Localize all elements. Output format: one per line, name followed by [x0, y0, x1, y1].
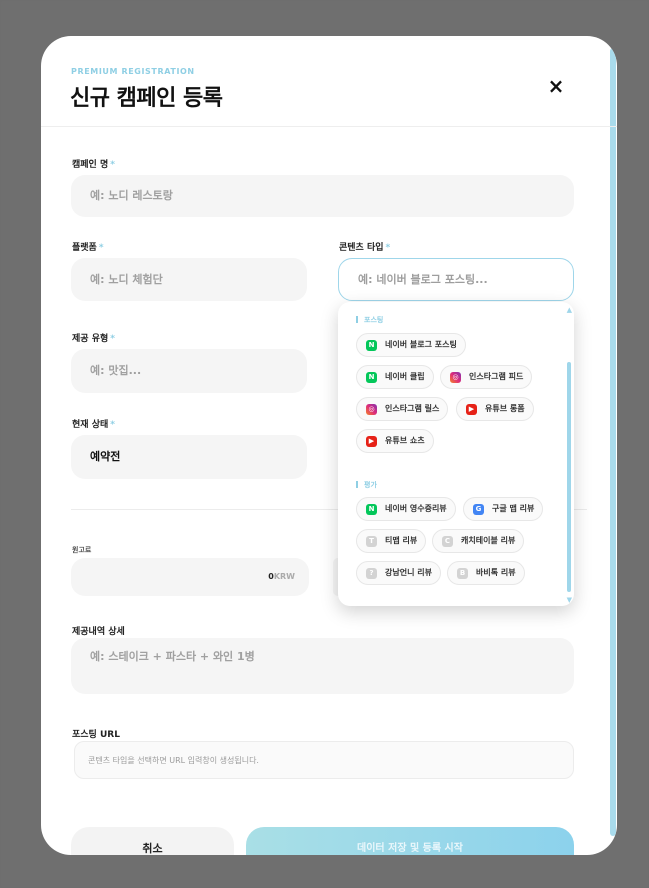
offer-detail-textarea[interactable]: 예: 스테이크 + 파스타 + 와인 1병	[71, 638, 574, 694]
content-type-input[interactable]: 예: 네이버 블로그 포스팅...	[338, 258, 574, 301]
option-label: 티맵 리뷰	[385, 536, 418, 545]
posting-url-hint: 콘텐츠 타입을 선택하면 URL 입력창이 생성됩니다.	[74, 741, 574, 779]
fee-input[interactable]: 0KRW	[71, 558, 309, 596]
offer-type-label: 제공 유형 *	[72, 331, 115, 344]
modal-eyebrow: PREMIUM REGISTRATION	[71, 67, 195, 76]
modal-header: PREMIUM REGISTRATION 신규 캠페인 등록 ×	[41, 36, 617, 127]
campaign-name-input[interactable]: 예: 노디 레스토랑	[71, 175, 574, 217]
option-label: 캐치테이블 리뷰	[461, 536, 516, 545]
option-label: 네이버 영수증리뷰	[385, 504, 447, 513]
status-label: 현재 상태 *	[72, 417, 115, 430]
option-label: 인스타그램 피드	[469, 372, 524, 381]
naver-icon: N	[366, 504, 377, 515]
close-icon[interactable]: ×	[546, 76, 566, 96]
option-tmap[interactable]: T 티맵 리뷰	[356, 529, 427, 553]
scroll-down-icon[interactable]: ▼	[567, 596, 572, 604]
campaign-register-modal: PREMIUM REGISTRATION 신규 캠페인 등록 × 캠페인 명 * …	[41, 36, 617, 855]
required-mark: *	[110, 334, 115, 344]
fee-label: 원고료	[72, 546, 92, 554]
youtube-icon: ▶	[366, 436, 377, 447]
youtube-icon: ▶	[466, 404, 477, 415]
naver-icon: N	[366, 372, 377, 383]
option-naver-blog[interactable]: N 네이버 블로그 포스팅	[356, 333, 466, 357]
option-label: 인스타그램 릴스	[385, 404, 440, 413]
option-naver-clip[interactable]: N 네이버 클립	[356, 365, 434, 389]
option-label: 네이버 블로그 포스팅	[385, 340, 457, 349]
option-label: 네이버 클립	[385, 372, 425, 381]
campaign-name-label-text: 캠페인 명	[72, 160, 109, 170]
option-label: 바비톡 리뷰	[476, 568, 516, 577]
option-naver-receipt[interactable]: N 네이버 영수증리뷰	[356, 497, 456, 521]
option-google-maps[interactable]: G 구글 맵 리뷰	[463, 497, 544, 521]
status-label-text: 현재 상태	[72, 420, 109, 430]
group-title-review: 평가	[356, 480, 377, 490]
google-icon: G	[473, 504, 484, 515]
cancel-button[interactable]: 취소	[71, 827, 234, 855]
platform-label-text: 플랫폼	[72, 243, 97, 253]
fee-value: 0KRW	[268, 558, 295, 596]
campaign-name-label: 캠페인 명 *	[72, 157, 115, 170]
offer-type-input[interactable]: 예: 맛집...	[71, 349, 307, 393]
option-youtube-long[interactable]: ▶ 유튜브 롱폼	[456, 397, 534, 421]
gangnamunni-icon: ?	[366, 568, 377, 579]
content-type-label-text: 콘텐츠 타입	[339, 243, 384, 253]
status-select[interactable]: 예약전	[71, 435, 307, 479]
option-instagram-reels[interactable]: ◎ 인스타그램 릴스	[356, 397, 449, 421]
offer-detail-label: 제공내역 상세	[72, 627, 125, 637]
instagram-icon: ◎	[450, 372, 461, 383]
submit-button[interactable]: 데이터 저장 및 등록 시작	[246, 827, 574, 855]
content-type-label: 콘텐츠 타입 *	[339, 240, 390, 253]
required-mark: *	[98, 243, 104, 253]
option-youtube-shorts[interactable]: ▶ 유튜브 쇼츠	[356, 429, 434, 453]
naver-icon: N	[366, 340, 377, 351]
option-label: 강남언니 리뷰	[385, 568, 432, 577]
option-label: 유튜브 쇼츠	[385, 436, 425, 445]
option-catchtable[interactable]: C 캐치테이블 리뷰	[432, 529, 525, 553]
babitalk-icon: B	[457, 568, 468, 579]
fee-currency: KRW	[273, 572, 295, 581]
option-babitalk[interactable]: B 바비톡 리뷰	[447, 561, 525, 585]
modal-title: 신규 캠페인 등록	[70, 86, 223, 111]
option-instagram-feed[interactable]: ◎ 인스타그램 피드	[440, 365, 533, 389]
group-title-posting: 포스팅	[356, 315, 383, 325]
required-mark: *	[110, 160, 115, 170]
option-label: 유튜브 롱폼	[485, 404, 525, 413]
modal-scrollbar[interactable]	[610, 48, 616, 836]
instagram-icon: ◎	[366, 404, 377, 415]
required-mark: *	[110, 420, 115, 430]
option-gangnamunni[interactable]: ? 강남언니 리뷰	[356, 561, 441, 585]
platform-input[interactable]: 예: 노디 체험단	[71, 258, 307, 301]
option-label: 구글 맵 리뷰	[492, 504, 535, 513]
posting-url-label: 포스팅 URL	[72, 730, 120, 740]
dropdown-scrollbar[interactable]	[567, 362, 571, 592]
catchtable-icon: C	[442, 536, 453, 547]
tmap-icon: T	[366, 536, 377, 547]
required-mark: *	[385, 243, 391, 253]
platform-label: 플랫폼 *	[72, 240, 104, 253]
content-type-dropdown: ▲ ▼ 포스팅 N 네이버 블로그 포스팅 N 네이버 클립 ◎ 인스타그램 피…	[338, 302, 574, 606]
offer-type-label-text: 제공 유형	[72, 334, 109, 344]
scroll-up-icon[interactable]: ▲	[567, 306, 572, 314]
